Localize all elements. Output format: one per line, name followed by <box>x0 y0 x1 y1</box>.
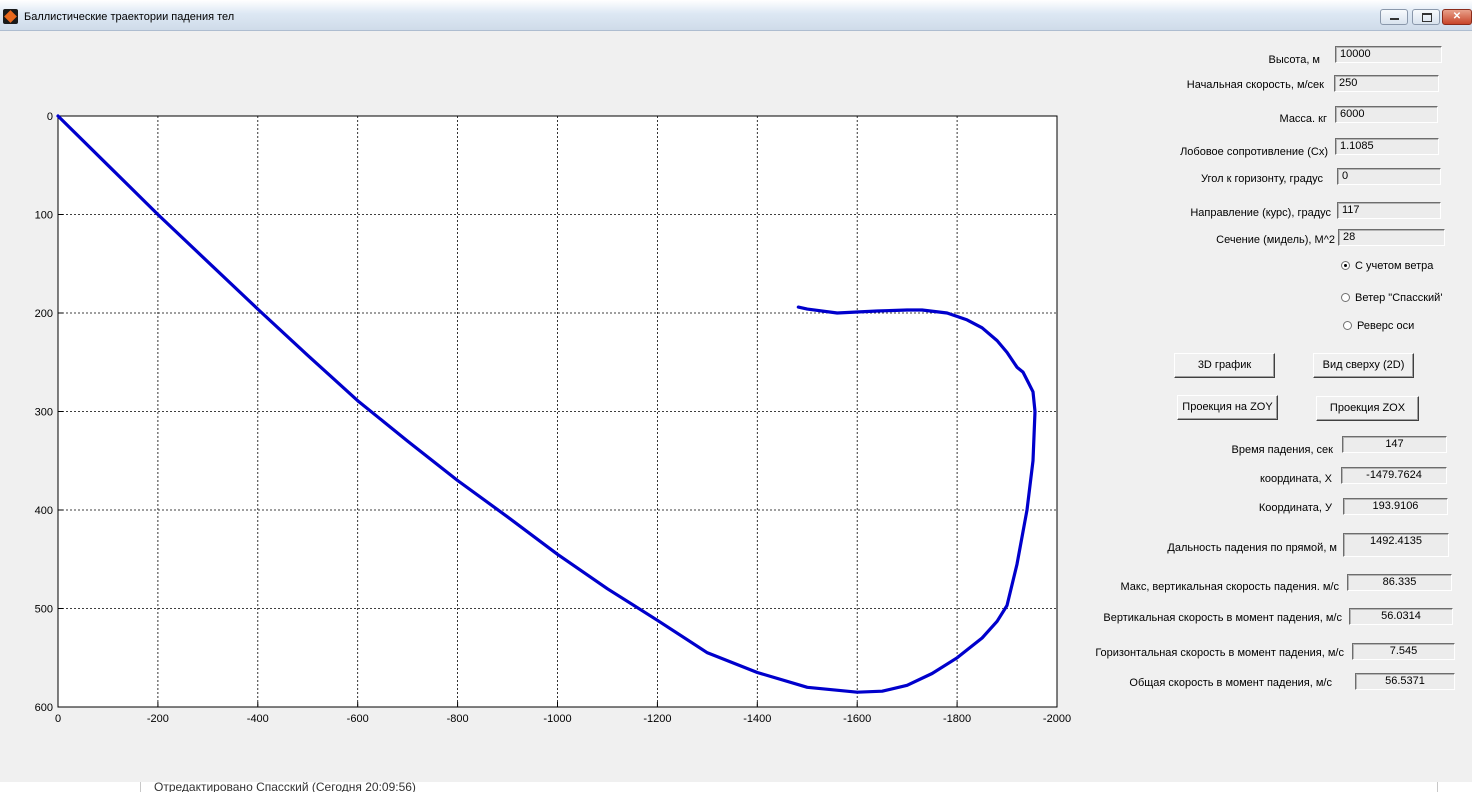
max-vertical-speed-value: 86.335 <box>1347 574 1452 591</box>
section-input[interactable]: 28 <box>1338 229 1445 246</box>
radio-wind-label: С учетом ветра <box>1355 260 1434 272</box>
coord-x-value: -1479.7624 <box>1341 467 1447 484</box>
speed-input[interactable]: 250 <box>1334 75 1439 92</box>
vertical-speed-impact-value: 56.0314 <box>1349 608 1453 625</box>
y-tick-label: 100 <box>35 210 53 222</box>
height-label: Высота, м <box>1268 54 1320 66</box>
total-speed-impact-label: Общая скорость в момент падения, м/с <box>1129 677 1332 689</box>
radio-wind-spassky[interactable]: Ветер "Спасский' <box>1341 292 1442 305</box>
drag-input[interactable]: 1.1085 <box>1335 138 1439 155</box>
radio-unchecked-icon <box>1343 321 1352 330</box>
app-window: Баллистические траектории падения тел 0 -… <box>0 0 1472 782</box>
plot-3d-button[interactable]: 3D график <box>1174 353 1275 378</box>
max-vertical-speed-label: Макс, вертикальная скорость падения. м/с <box>1120 581 1339 593</box>
vertical-speed-impact-label: Вертикальная скорость в момент падения, … <box>1103 612 1342 624</box>
x-tick-label: -200 <box>147 713 169 725</box>
horizontal-speed-impact-label: Горизонтальная скорость в момент падения… <box>1095 647 1344 659</box>
trajectory-chart: 0 -200 -400 -600 -800 -1000 -1200 -1400 -1600 -18… <box>35 111 1071 725</box>
edit-status-text: Отредактировано Спасский (Сегодня 20:09:… <box>154 781 416 792</box>
y-tick-label: 300 <box>35 407 53 419</box>
y-tick-label: 500 <box>35 604 53 616</box>
radio-checked-icon <box>1341 261 1350 270</box>
x-tick-label: -1800 <box>943 713 971 725</box>
mass-input[interactable]: 6000 <box>1335 106 1438 123</box>
minimize-button[interactable] <box>1380 9 1408 25</box>
x-tick-label: -1000 <box>543 713 571 725</box>
x-tick-label: -1200 <box>643 713 671 725</box>
drag-label: Лобовое сопротивление (Cx) <box>1180 146 1328 158</box>
x-tick-label: -1600 <box>843 713 871 725</box>
coord-x-label: координата, Х <box>1259 473 1332 485</box>
projection-zox-button[interactable]: Проекция ZOX <box>1316 396 1419 421</box>
radio-unchecked-icon <box>1341 293 1350 302</box>
x-tick-label: 0 <box>55 713 61 725</box>
y-tick-label: 400 <box>35 505 53 517</box>
distance-label: Дальность падения по прямой, м <box>1167 542 1337 554</box>
window-title: Баллистические траектории падения тел <box>24 11 235 23</box>
radio-wind[interactable]: С учетом ветра <box>1341 260 1433 273</box>
radio-reverse-axis-label: Реверс оси <box>1357 320 1415 332</box>
mass-label: Масса. кг <box>1279 113 1327 125</box>
fall-time-value: 147 <box>1342 436 1447 453</box>
course-label: Направление (курс), градус <box>1190 207 1331 219</box>
section-label: Сечение (мидель), М^2 <box>1216 234 1335 246</box>
radio-reverse-axis[interactable]: Реверс оси <box>1343 320 1414 333</box>
y-tick-label: 0 <box>47 111 53 123</box>
distance-value: 1492.4135 <box>1343 533 1449 557</box>
matlab-app-icon <box>3 9 18 24</box>
x-tick-label: -600 <box>347 713 369 725</box>
projection-zoy-button[interactable]: Проекция на ZOY <box>1177 395 1278 420</box>
radio-wind-spassky-label: Ветер "Спасский' <box>1355 292 1443 304</box>
coord-y-value: 193.9106 <box>1343 498 1448 515</box>
horizontal-speed-impact-value: 7.545 <box>1352 643 1455 660</box>
angle-label: Угол к горизонту, градус <box>1201 173 1323 185</box>
total-speed-impact-value: 56.5371 <box>1355 673 1455 690</box>
y-tick-label: 600 <box>35 702 53 714</box>
x-tick-label: -800 <box>447 713 469 725</box>
angle-input[interactable]: 0 <box>1337 168 1441 185</box>
trajectory-plot: 0 -200 -400 -600 -800 -1000 -1200 -1400 -1600 -18… <box>0 100 1085 730</box>
x-tick-label: -2000 <box>1043 713 1071 725</box>
maximize-button[interactable] <box>1412 9 1440 25</box>
x-tick-label: -400 <box>247 713 269 725</box>
fall-time-label: Время падения, сек <box>1231 444 1333 456</box>
course-input[interactable]: 117 <box>1337 202 1441 219</box>
y-tick-label: 200 <box>35 308 53 320</box>
top-view-button[interactable]: Вид сверху (2D) <box>1313 353 1414 378</box>
x-tick-label: -1400 <box>743 713 771 725</box>
close-button[interactable] <box>1442 9 1472 25</box>
title-bar[interactable]: Баллистические траектории падения тел <box>0 0 1472 31</box>
height-input[interactable]: 10000 <box>1335 46 1442 63</box>
coord-y-label: Координата, У <box>1258 502 1332 514</box>
speed-label: Начальная скорость, м/сек <box>1186 79 1324 91</box>
